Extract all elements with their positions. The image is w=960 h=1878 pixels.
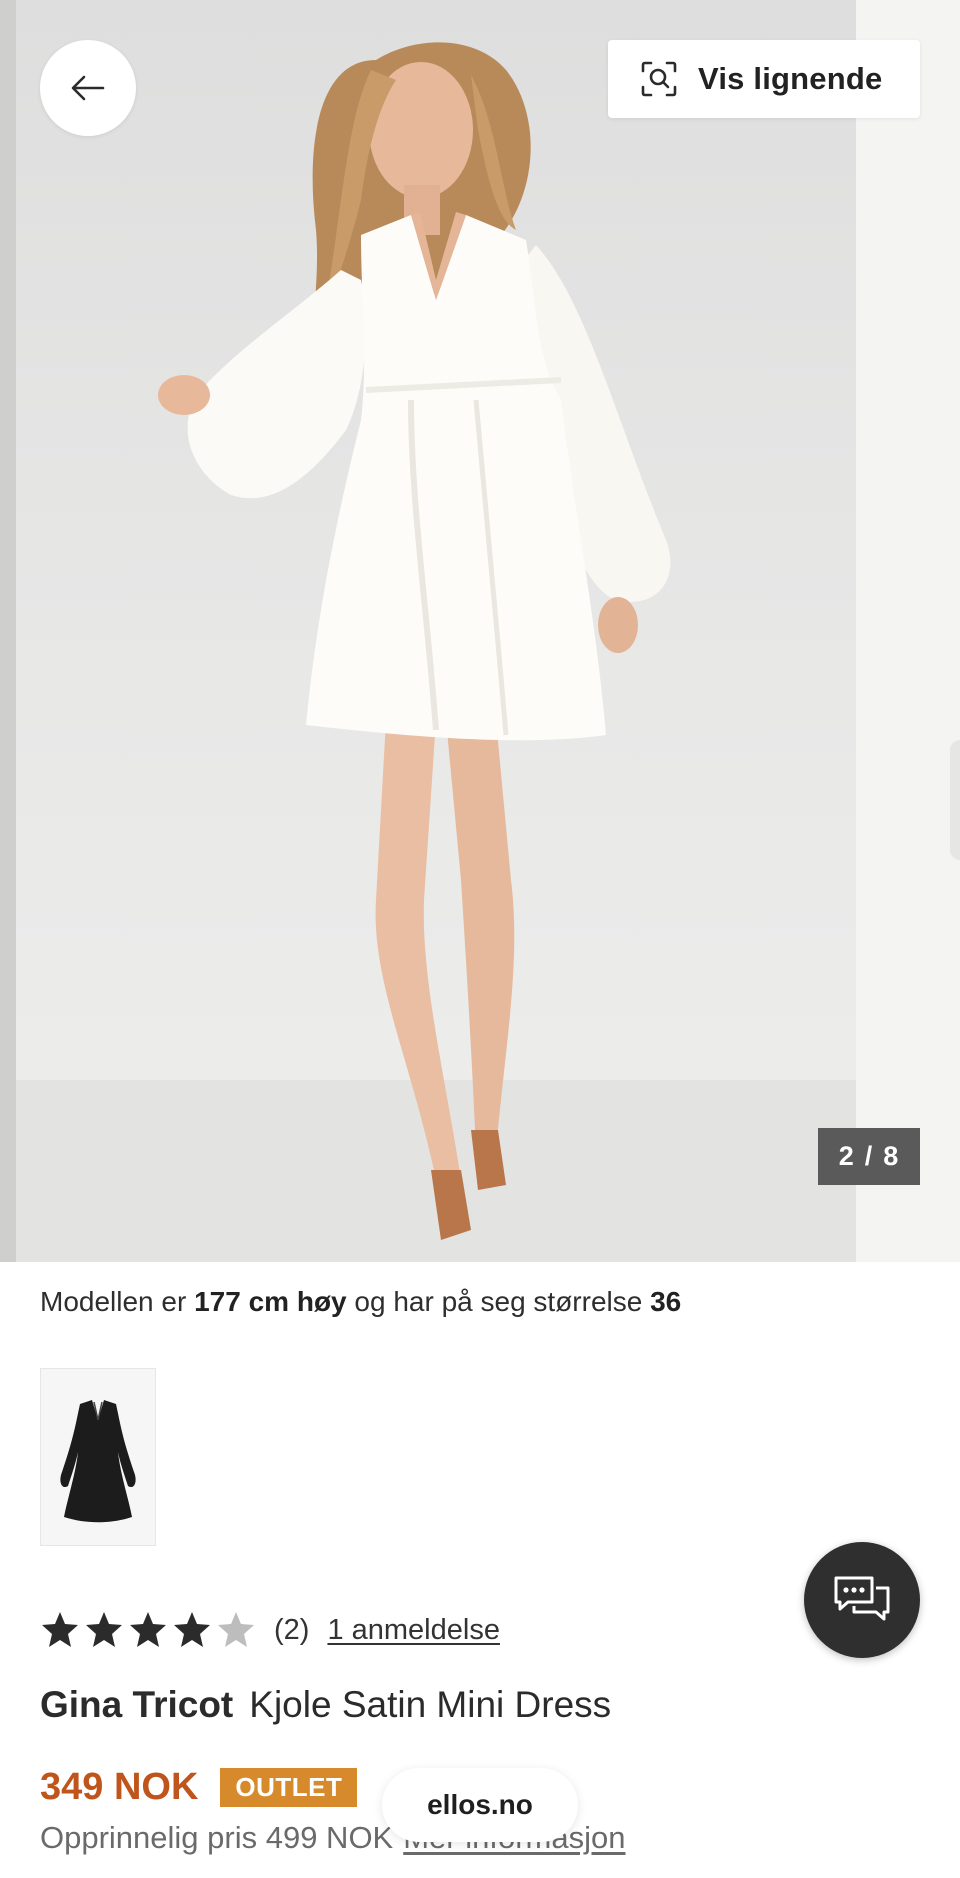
counter-total: 8	[883, 1141, 900, 1171]
current-price: 349 NOK	[40, 1765, 199, 1808]
model-height: 177 cm høy	[194, 1286, 347, 1317]
product-photo[interactable]	[16, 0, 856, 1262]
black-dress-thumbnail	[60, 1400, 136, 1523]
original-price: Opprinnelig pris 499 NOK	[40, 1820, 394, 1855]
reviews-link[interactable]: 1 anmeldelse	[327, 1614, 500, 1647]
arrow-left-icon	[71, 75, 105, 101]
chat-bubbles-icon	[834, 1576, 890, 1621]
model-size: 36	[650, 1286, 682, 1317]
counter-current: 2	[838, 1141, 855, 1171]
star-icon	[86, 1612, 122, 1647]
previous-image-edge	[0, 0, 16, 1262]
show-similar-label: Vis lignende	[698, 61, 883, 96]
browser-url-pill[interactable]: ellos.no	[382, 1768, 578, 1842]
model-size-info: Modellen er 177 cm høy og har på seg stø…	[40, 1286, 681, 1318]
star-rating	[40, 1610, 256, 1650]
product-title: Gina Tricot Kjole Satin Mini Dress	[40, 1684, 611, 1726]
back-button[interactable]	[40, 40, 136, 136]
model-info-prefix: Modellen er	[40, 1286, 187, 1317]
product-name: Kjole Satin Mini Dress	[249, 1684, 612, 1725]
image-counter: 2 / 8	[818, 1128, 920, 1185]
chat-button[interactable]	[804, 1542, 920, 1658]
outlet-badge: OUTLET	[220, 1767, 358, 1807]
color-variant-black[interactable]	[40, 1368, 156, 1546]
brand-name[interactable]: Gina Tricot	[40, 1684, 233, 1725]
star-icon	[42, 1612, 78, 1647]
star-icon	[218, 1612, 254, 1647]
product-image-carousel[interactable]: Vis lignende 2 / 8	[0, 0, 960, 1262]
star-icon	[130, 1612, 166, 1647]
counter-separator: /	[864, 1141, 874, 1171]
model-wearing-dress-illustration	[158, 42, 671, 1240]
model-info-middle: og har på seg størrelse	[354, 1286, 643, 1317]
price-row: 349 NOK OUTLET	[40, 1762, 358, 1812]
visual-search-icon	[641, 61, 677, 97]
review-count: (2)	[274, 1613, 310, 1646]
next-image-preview[interactable]	[856, 0, 960, 1262]
show-similar-button[interactable]: Vis lignende	[608, 40, 920, 118]
star-icon	[174, 1612, 210, 1647]
rating-summary: (2) 1 anmeldelse	[40, 1604, 500, 1656]
